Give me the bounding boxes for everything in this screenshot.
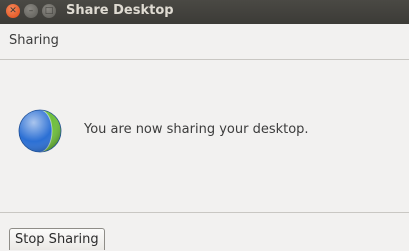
minimize-icon: – — [28, 5, 34, 16]
stop-sharing-button[interactable]: Stop Sharing — [9, 228, 105, 250]
sharing-message: You are now sharing your desktop. — [84, 122, 309, 137]
close-icon: ✕ — [9, 5, 17, 16]
close-window-button[interactable]: ✕ — [6, 4, 20, 18]
window-title: Share Desktop — [66, 3, 174, 18]
footer-divider — [0, 212, 409, 213]
minimize-window-button[interactable]: – — [24, 4, 38, 18]
header-area: Sharing — [0, 24, 409, 59]
content-area: You are now sharing your desktop. — [0, 60, 409, 212]
title-bar: ✕ – □ Share Desktop — [0, 0, 409, 24]
maximize-window-button[interactable]: □ — [42, 4, 56, 18]
desktop-share-globe-icon — [18, 109, 62, 153]
sharing-label: Sharing — [9, 33, 59, 48]
maximize-icon: □ — [44, 5, 54, 16]
